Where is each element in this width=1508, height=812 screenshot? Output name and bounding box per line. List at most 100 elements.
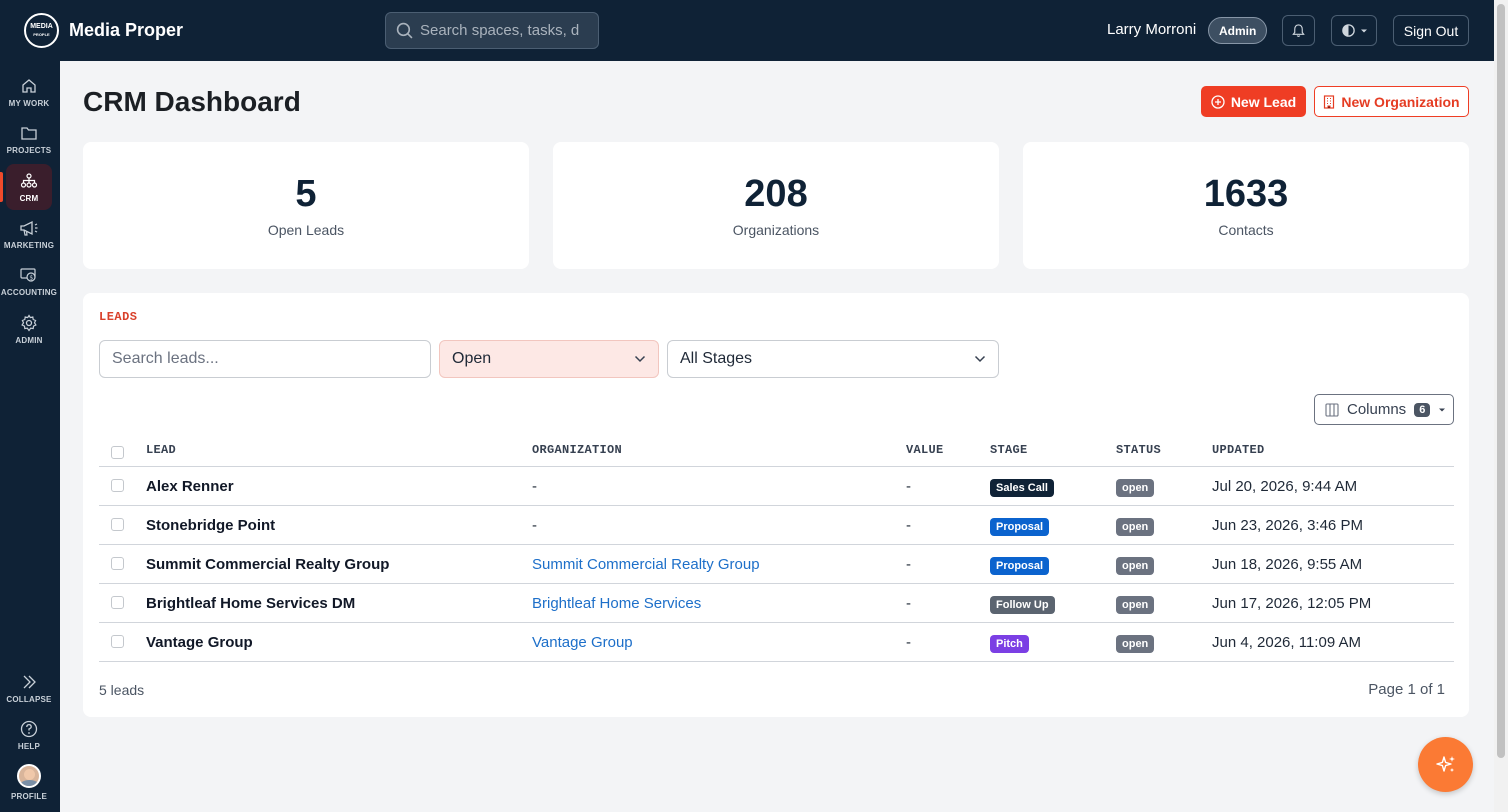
org-chart-icon [20,172,38,188]
sidebar-item-crm[interactable]: CRM [6,164,52,210]
pagination-info: Page 1 of 1 [1368,681,1445,698]
help-icon [20,720,38,737]
double-chevron-icon [23,675,36,688]
stage-badge: Proposal [990,557,1050,575]
table-row[interactable]: Summit Commercial Realty Group Summit Co… [99,545,1454,584]
lead-organization-link[interactable]: Vantage Group [532,634,633,651]
sidebar-item-label: ACCOUNTING [0,287,58,297]
page-scrollbar[interactable] [1494,0,1508,812]
stat-card-open-leads[interactable]: 5 Open Leads [83,142,529,269]
stage-badge: Sales Call [990,479,1054,497]
stat-card-organizations[interactable]: 208 Organizations [553,142,999,269]
stage-filter-select[interactable]: All Stages [667,340,999,378]
stat-value: 5 [295,173,317,215]
lead-name[interactable]: Vantage Group [146,634,253,651]
avatar [17,763,41,788]
global-search[interactable] [385,12,599,49]
leads-count: 5 leads [99,682,145,698]
status-filter-select[interactable]: Open [439,340,659,378]
top-bar: MEDIA PROPLE Media Proper Larry Morroni … [0,0,1494,61]
column-header-status[interactable]: STATUS [1116,443,1161,457]
sidebar-item-label: MY WORK [8,98,50,108]
leads-panel: LEADS Search leads... Open All Stages Co… [83,293,1469,717]
table-header: LEAD ORGANIZATION VALUE STAGE STATUS UPD… [99,438,1454,467]
sign-out-button[interactable]: Sign Out [1393,15,1469,46]
stage-badge: Follow Up [990,596,1055,614]
new-lead-label: New Lead [1230,93,1297,110]
table-row[interactable]: Stonebridge Point - - Proposal open Jun … [99,506,1454,545]
sidebar-item-admin[interactable]: ADMIN [6,306,52,352]
new-organization-label: New Organization [1341,93,1460,110]
column-header-organization[interactable]: ORGANIZATION [532,443,622,457]
row-checkbox[interactable] [111,635,124,648]
column-header-updated[interactable]: UPDATED [1212,443,1265,457]
row-checkbox[interactable] [111,479,124,492]
stage-badge: Pitch [990,635,1029,653]
logo-text-line2: PROPLE [33,31,50,37]
logo-text-line1: MEDIA [30,22,53,30]
lead-updated: Jul 20, 2026, 9:44 AM [1212,478,1358,495]
sparkle-icon [1435,755,1455,772]
search-input[interactable] [420,22,580,39]
bell-icon [1292,24,1305,37]
columns-button[interactable]: Columns 6 [1314,394,1454,425]
gear-icon [21,313,37,332]
lead-organization-link[interactable]: Summit Commercial Realty Group [532,556,760,573]
status-badge: open [1116,557,1155,575]
stat-value: 1633 [1203,173,1289,215]
columns-count-badge: 6 [1414,402,1431,417]
sidebar-item-label: PROJECTS [6,145,52,155]
row-checkbox[interactable] [111,596,124,609]
lead-updated: Jun 23, 2026, 3:46 PM [1212,517,1363,534]
table-row[interactable]: Brightleaf Home Services DM Brightleaf H… [99,584,1454,623]
lead-name[interactable]: Stonebridge Point [146,517,275,534]
row-checkbox[interactable] [111,557,124,570]
stat-card-contacts[interactable]: 1633 Contacts [1023,142,1469,269]
notifications-button[interactable] [1282,15,1315,46]
columns-label: Columns [1347,401,1407,418]
lead-name[interactable]: Brightleaf Home Services DM [146,595,355,612]
table-row[interactable]: Alex Renner - - Sales Call open Jul 20, … [99,467,1454,506]
scrollbar-thumb[interactable] [1497,4,1505,758]
caret-down-icon [1439,408,1446,411]
lead-value: - [906,634,911,651]
active-nav-marker [0,172,3,202]
theme-toggle-button[interactable] [1331,15,1377,46]
sidebar-profile-button[interactable]: PROFILE [6,759,52,805]
lead-value: - [906,595,911,612]
sidebar-item-label: HELP [17,741,41,751]
lead-organization: - [532,517,537,534]
chevron-down-icon [634,355,646,363]
select-all-checkbox[interactable] [111,446,124,459]
brand[interactable]: MEDIA PROPLE Media Proper [24,13,183,48]
lead-value: - [906,517,911,534]
lead-organization-link[interactable]: Brightleaf Home Services [532,595,701,612]
column-header-stage[interactable]: STAGE [990,443,1028,457]
svg-text:$: $ [29,274,33,281]
new-lead-button[interactable]: New Lead [1201,86,1306,117]
lead-name[interactable]: Summit Commercial Realty Group [146,556,389,573]
row-checkbox[interactable] [111,518,124,531]
sidebar-collapse-button[interactable]: COLLAPSE [6,665,52,711]
sidebar-item-my-work[interactable]: MY WORK [6,69,52,115]
sidebar-item-label: COLLAPSE [6,694,52,704]
status-badge: open [1116,635,1155,653]
table-row[interactable]: Vantage Group Vantage Group - Pitch open… [99,623,1454,662]
caret-down-icon [1360,29,1367,32]
lead-name[interactable]: Alex Renner [146,478,234,495]
sidebar-item-accounting[interactable]: $ ACCOUNTING [1,258,57,304]
sidebar-item-marketing[interactable]: MARKETING [4,211,54,257]
column-header-value[interactable]: VALUE [906,443,944,457]
search-leads-input[interactable]: Search leads... [99,340,431,378]
stage-badge: Proposal [990,518,1050,536]
sidebar-item-label: ADMIN [15,335,43,345]
lead-updated: Jun 17, 2026, 12:05 PM [1212,595,1372,612]
sidebar-item-projects[interactable]: PROJECTS [6,116,52,162]
user-name: Larry Morroni [1107,21,1197,38]
sidebar-item-label: PROFILE [10,791,48,801]
new-organization-button[interactable]: New Organization [1314,86,1469,117]
column-header-lead[interactable]: LEAD [146,443,176,457]
sidebar-item-label: CRM [19,193,39,203]
ai-assistant-button[interactable] [1418,737,1473,792]
sidebar-help-button[interactable]: HELP [6,712,52,758]
